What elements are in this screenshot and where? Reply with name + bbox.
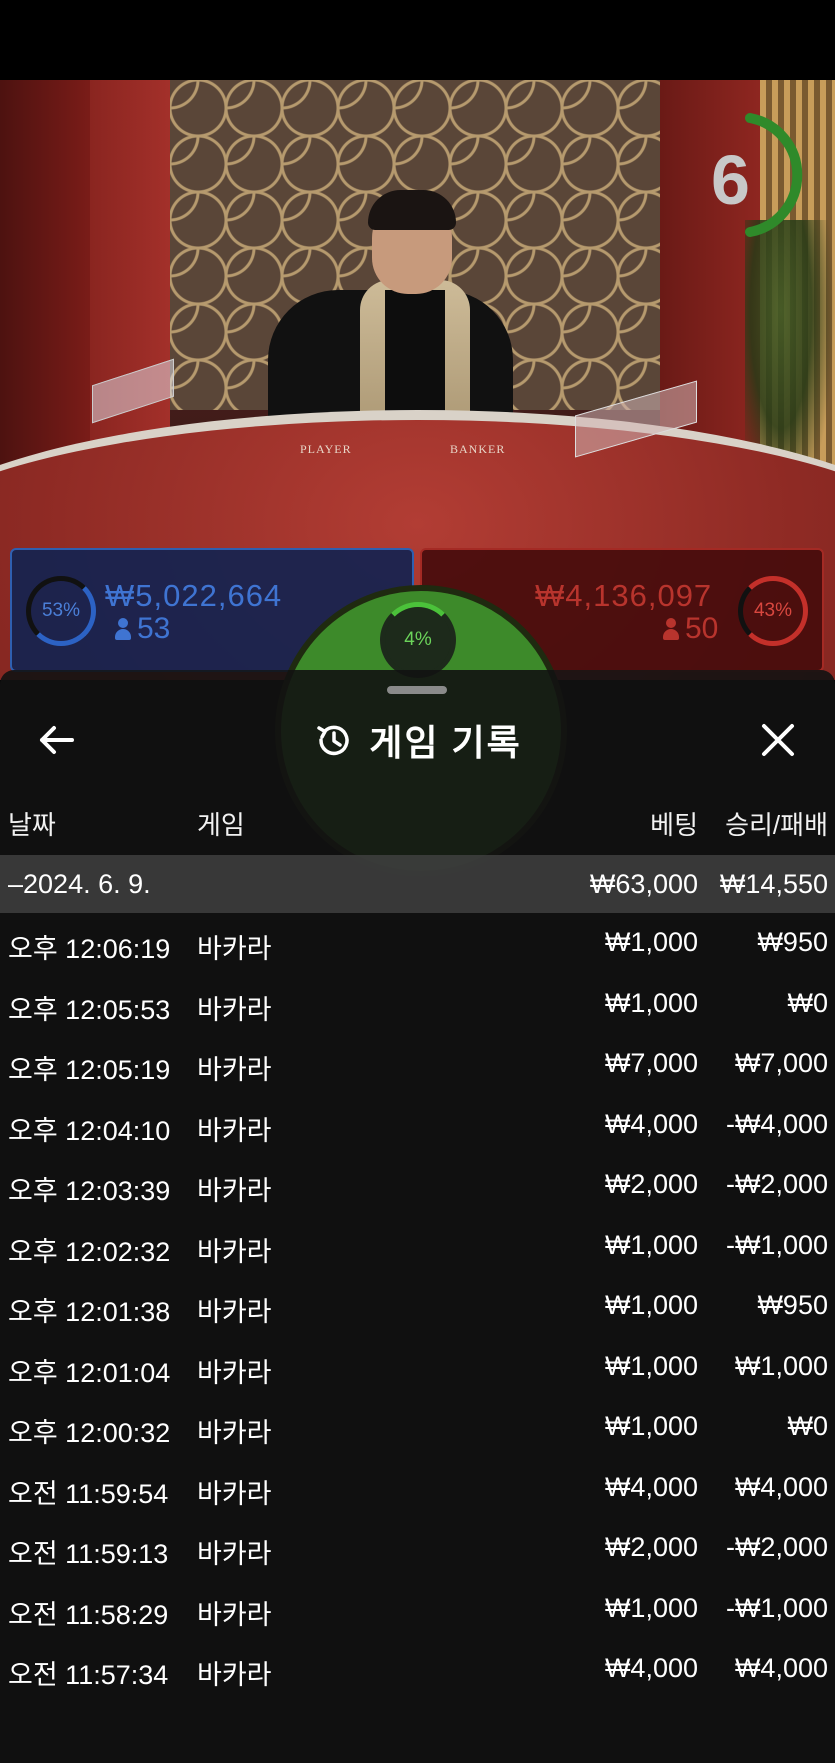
column-header-date: 날짜 <box>8 810 56 840</box>
row-bet: ₩1,000 <box>604 1592 698 1623</box>
row-result: ₩950 <box>757 1290 828 1320</box>
row-game: 바카라 <box>197 934 272 964</box>
row-time: 오후 12:01:38 <box>8 1297 171 1327</box>
row-game: 바카라 <box>197 1478 272 1509</box>
close-x-icon[interactable] <box>758 720 798 760</box>
row-result: ₩0 <box>787 1411 829 1441</box>
row-bet: ₩1,000 <box>604 1290 698 1320</box>
row-game: 바카라 <box>197 1055 272 1085</box>
history-row[interactable]: 오후 12:05:19 바카라 ₩7,000 ₩7,000 <box>0 1034 835 1095</box>
row-game: 바카라 <box>197 1599 272 1630</box>
row-bet: ₩1,000 <box>604 927 698 957</box>
status-bar <box>0 0 835 80</box>
row-time: 오전 11:57:34 <box>8 1660 169 1690</box>
row-game: 바카라 <box>197 1297 272 1327</box>
row-time: 오후 12:03:39 <box>8 1176 171 1206</box>
history-row[interactable]: 오후 12:01:38 바카라 ₩1,000 ₩950 <box>0 1276 835 1337</box>
row-game: 바카라 <box>197 1660 272 1690</box>
row-time: 오전 11:59:13 <box>8 1539 169 1569</box>
row-bet: ₩2,000 <box>604 1532 698 1562</box>
row-bet: ₩4,000 <box>604 1653 698 1683</box>
row-time: 오후 12:06:19 <box>8 934 171 964</box>
dealer-hair <box>368 190 456 230</box>
row-bet: ₩7,000 <box>604 1048 698 1078</box>
banker-bettor-count: 50 <box>663 612 718 646</box>
row-result: ₩4,000 <box>734 1471 828 1502</box>
row-bet: ₩2,000 <box>604 1169 698 1199</box>
history-row[interactable]: 오후 12:06:19 바카라 ₩1,000 ₩950 <box>0 913 835 974</box>
player-bettor-count: 53 <box>115 612 170 646</box>
sheet-drag-handle[interactable] <box>387 686 447 694</box>
date-group-win-total: ₩14,550 <box>719 869 828 899</box>
row-game: 바카라 <box>197 1236 272 1267</box>
user-icon <box>115 618 131 640</box>
countdown-timer-value: 6 <box>711 141 750 219</box>
row-result: ₩950 <box>757 927 828 957</box>
row-time: 오전 11:59:54 <box>8 1478 169 1509</box>
row-result: -₩1,000 <box>725 1592 828 1623</box>
history-row[interactable]: 오전 11:59:54 바카라 ₩4,000 ₩4,000 <box>0 1458 835 1519</box>
row-game: 바카라 <box>197 1418 272 1448</box>
history-row[interactable]: 오전 11:57:34 바카라 ₩4,000 ₩4,000 <box>0 1639 835 1700</box>
arrow-left-icon[interactable] <box>36 720 80 760</box>
history-row[interactable]: 오후 12:02:32 바카라 ₩1,000 -₩1,000 <box>0 1216 835 1277</box>
row-game: 바카라 <box>197 1357 272 1388</box>
row-time: 오후 12:01:04 <box>8 1357 171 1388</box>
table-label-banker: BANKER <box>450 442 506 456</box>
row-result: ₩0 <box>787 987 829 1018</box>
table-label-player: PLAYER <box>300 442 352 456</box>
row-time: 오후 12:05:53 <box>8 994 171 1025</box>
row-result: -₩2,000 <box>725 1532 828 1562</box>
column-header-game: 게임 <box>197 810 245 840</box>
row-result: -₩1,000 <box>725 1229 828 1260</box>
history-row[interactable]: 오후 12:04:10 바카라 ₩4,000 -₩4,000 <box>0 1095 835 1156</box>
sheet-header: 게임 기록 <box>0 712 835 768</box>
row-time: 오후 12:05:19 <box>8 1055 171 1085</box>
sheet-title: 게임 기록 <box>369 722 522 763</box>
tie-percent: 4% <box>380 602 456 678</box>
row-bet: ₩1,000 <box>604 1229 698 1260</box>
banker-bet-amount: ₩4,136,097 <box>535 578 713 613</box>
row-game: 바카라 <box>197 1539 272 1569</box>
row-time: 오후 12:00:32 <box>8 1418 171 1448</box>
row-game: 바카라 <box>197 1176 272 1206</box>
row-time: 오후 12:02:32 <box>8 1236 171 1267</box>
row-bet: ₩4,000 <box>604 1471 698 1502</box>
date-group-bet-total: ₩63,000 <box>589 869 698 899</box>
history-clock-icon <box>317 725 349 756</box>
history-row[interactable]: 오전 11:59:13 바카라 ₩2,000 -₩2,000 <box>0 1518 835 1579</box>
row-result: -₩4,000 <box>725 1108 828 1139</box>
history-row[interactable]: 오후 12:03:39 바카라 ₩2,000 -₩2,000 <box>0 1155 835 1216</box>
date-group-label: –2024. 6. 9. <box>8 869 151 899</box>
date-group-header[interactable]: –2024. 6. 9. ₩63,000 ₩14,550 <box>0 855 835 913</box>
history-row[interactable]: 오전 11:58:29 바카라 ₩1,000 -₩1,000 <box>0 1579 835 1640</box>
row-bet: ₩1,000 <box>604 987 698 1018</box>
history-row[interactable]: 오후 12:05:53 바카라 ₩1,000 ₩0 <box>0 974 835 1035</box>
column-header-win-loss: 승리/패배 <box>725 810 828 840</box>
history-row[interactable]: 오후 12:00:32 바카라 ₩1,000 ₩0 <box>0 1397 835 1458</box>
banker-percent: 43% <box>738 576 808 646</box>
sheet-title-wrap: 게임 기록 <box>0 712 835 768</box>
player-bet-amount: ₩5,022,664 <box>105 578 283 613</box>
history-list[interactable]: –2024. 6. 9. ₩63,000 ₩14,550 오후 12:06:19… <box>0 855 835 1700</box>
row-result: -₩2,000 <box>725 1169 828 1199</box>
game-history-sheet: 게임 기록 날짜 게임 베팅 승리/패배 –2024. 6. 9. ₩63,00… <box>0 670 835 1763</box>
row-time: 오후 12:04:10 <box>8 1115 171 1146</box>
row-game: 바카라 <box>197 1115 272 1146</box>
user-icon <box>663 618 679 640</box>
row-time: 오전 11:58:29 <box>8 1599 169 1630</box>
row-result: ₩4,000 <box>734 1653 828 1683</box>
player-percent: 53% <box>26 576 96 646</box>
row-result: ₩7,000 <box>734 1048 828 1078</box>
row-bet: ₩1,000 <box>604 1411 698 1441</box>
column-header-bet: 베팅 <box>650 810 698 840</box>
row-game: 바카라 <box>197 994 272 1025</box>
row-result: ₩1,000 <box>734 1350 828 1381</box>
row-bet: ₩1,000 <box>604 1350 698 1381</box>
history-row[interactable]: 오후 12:01:04 바카라 ₩1,000 ₩1,000 <box>0 1337 835 1398</box>
row-bet: ₩4,000 <box>604 1108 698 1139</box>
